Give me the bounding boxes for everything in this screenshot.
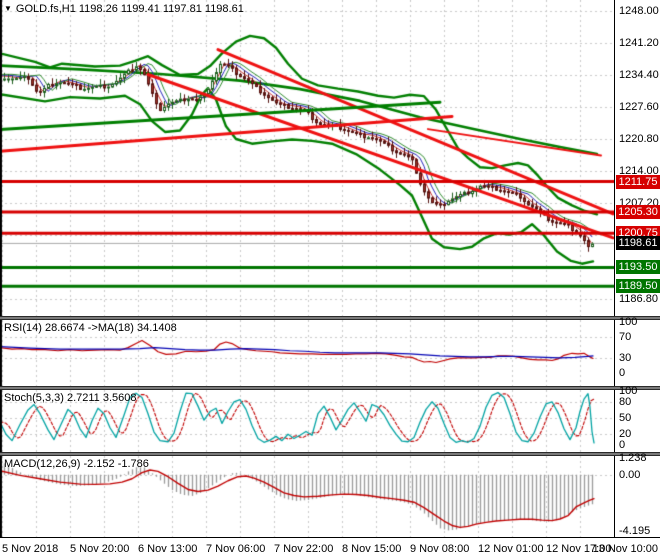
time-axis-label: 5 Nov 2018 (2, 543, 58, 555)
axis-tick-label: 100 (619, 316, 637, 328)
axis-tick-label: 0.00 (619, 469, 640, 481)
axis-tick-label: 0 (619, 439, 625, 451)
time-axis-label: 7 Nov 06:00 (206, 543, 265, 555)
chart-title-text: GOLD.fs,H1 1198.26 1199.41 1197.81 1198.… (16, 3, 244, 15)
price-level-badge: 1193.50 (616, 260, 660, 274)
axis-tick-label: 1227.60 (619, 101, 659, 113)
macd-label: MACD(12,26,9) -2.152 -1.786 (4, 458, 149, 470)
time-axis-label: 7 Nov 22:00 (274, 543, 333, 555)
symbol-dropdown-icon[interactable]: ▼ (4, 4, 12, 13)
price-axis[interactable]: 1248.001241.201234.401227.601220.801214.… (614, 0, 660, 316)
rsi-axis[interactable]: 10070300 (614, 320, 660, 386)
price-level-badge: 1189.50 (616, 279, 660, 293)
time-axis[interactable]: 5 Nov 2018 5 Nov 20:00 6 Nov 13:00 7 Nov 06… (0, 537, 660, 560)
axis-tick-label: 1241.20 (619, 37, 659, 49)
price-level-badge: 1211.75 (616, 175, 660, 189)
axis-tick-label: 50 (619, 412, 631, 424)
axis-tick-label: 1.238 (619, 452, 647, 464)
time-axis-label: 8 Nov 15:00 (342, 543, 401, 555)
time-axis-label: 6 Nov 13:00 (138, 543, 197, 555)
axis-tick-label: 1186.80 (619, 293, 658, 305)
chart-title: ▼ GOLD.fs,H1 1198.26 1199.41 1197.81 1198… (4, 3, 244, 15)
time-axis-label: 12 Nov 01:00 (478, 543, 543, 555)
time-axis-label: 9 Nov 08:00 (410, 543, 469, 555)
axis-tick-label: 30 (619, 352, 631, 364)
axis-tick-label: 1234.40 (619, 69, 659, 81)
time-axis-label: 13 Nov 10:00 (593, 543, 658, 555)
rsi-pane[interactable]: RSI(14) 28.6674 ->MA(18) 34.1408 (0, 320, 614, 386)
axis-tick-label: 1248.00 (619, 5, 659, 17)
main-chart-pane[interactable]: ▼ GOLD.fs,H1 1198.26 1199.41 1197.81 1198… (0, 0, 614, 316)
stochastic-label: Stoch(5,3,3) 2.7211 3.5608 (4, 392, 137, 404)
macd-axis[interactable]: 1.2380.00-4.195 (614, 456, 660, 537)
axis-tick-label: 70 (619, 331, 631, 343)
time-axis-label: 5 Nov 20:00 (70, 543, 129, 555)
price-level-badge: 1205.30 (616, 205, 660, 219)
main-chart-canvas[interactable] (0, 0, 614, 316)
axis-tick-label: 1220.80 (619, 133, 659, 145)
axis-tick-label: 0 (619, 367, 625, 379)
rsi-label: RSI(14) 28.6674 ->MA(18) 34.1408 (4, 322, 177, 334)
macd-pane[interactable]: MACD(12,26,9) -2.152 -1.786 (0, 456, 614, 537)
stochastic-pane[interactable]: Stoch(5,3,3) 2.7211 3.5608 (0, 390, 614, 452)
stochastic-axis[interactable]: 1008050200 (614, 390, 660, 452)
axis-tick-label: -4.195 (619, 525, 650, 537)
axis-tick-label: 80 (619, 396, 631, 408)
trading-chart-window: ▼ GOLD.fs,H1 1198.26 1199.41 1197.81 1198… (0, 0, 660, 560)
current-price-badge: 1198.61 (616, 236, 660, 250)
